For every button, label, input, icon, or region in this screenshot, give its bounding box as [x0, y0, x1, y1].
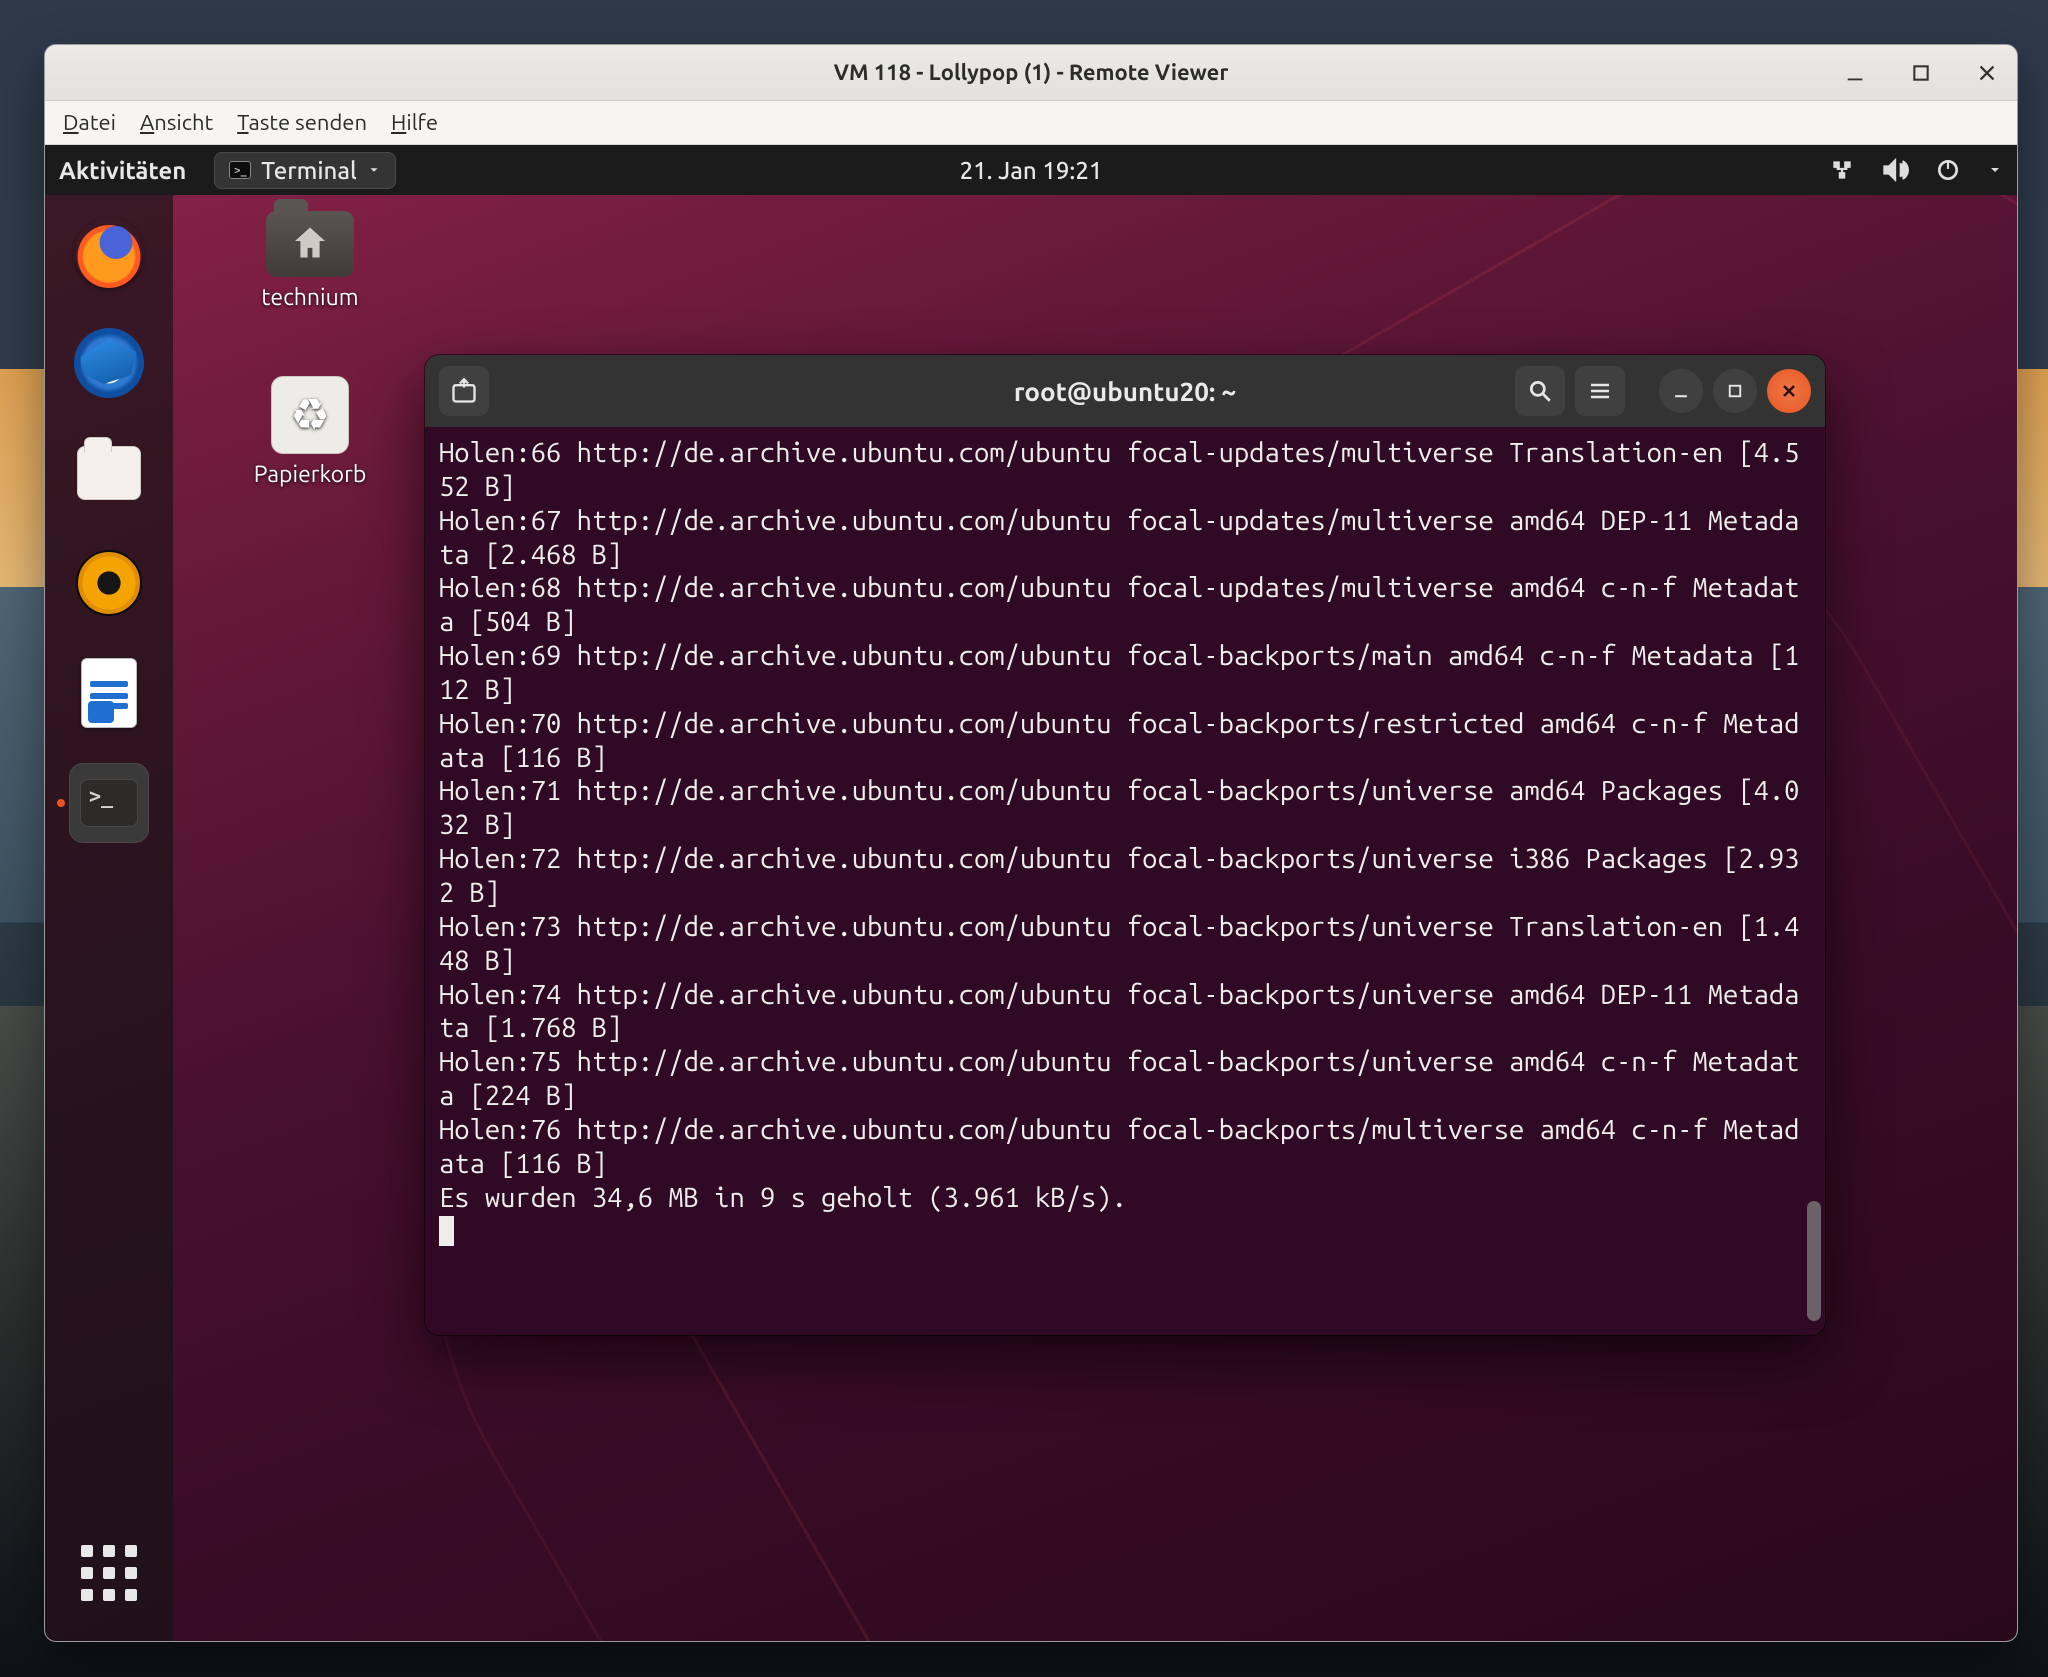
dock-files[interactable]: [69, 433, 149, 513]
show-applications-button[interactable]: [69, 1533, 149, 1613]
viewer-close-button[interactable]: [1965, 51, 2009, 95]
menu-file[interactable]: Datei: [63, 110, 116, 135]
dock-thunderbird[interactable]: [69, 323, 149, 403]
menu-help[interactable]: Hilfe: [391, 110, 438, 135]
vm-screen: Aktivitäten >_ Terminal 21. Jan 19:21: [45, 145, 2017, 1641]
app-menu-button[interactable]: >_ Terminal: [214, 152, 395, 189]
dock-rhythmbox[interactable]: [69, 543, 149, 623]
desktop-trash-label: Papierkorb: [254, 462, 367, 487]
speaker-icon: [76, 550, 142, 616]
desktop-trash[interactable]: ♻ Papierkorb: [235, 376, 385, 487]
viewer-maximize-button[interactable]: [1899, 51, 1943, 95]
viewer-titlebar[interactable]: VM 118 - Lollypop (1) - Remote Viewer: [45, 45, 2017, 101]
dock-libreoffice-writer[interactable]: [69, 653, 149, 733]
terminal-scrollbar[interactable]: [1807, 1201, 1821, 1321]
ubuntu-dock: [45, 195, 173, 1641]
search-icon: [1527, 378, 1553, 404]
menu-sendkey[interactable]: Taste senden: [237, 110, 367, 135]
viewer-title: VM 118 - Lollypop (1) - Remote Viewer: [834, 60, 1229, 85]
terminal-close-button[interactable]: [1767, 369, 1811, 413]
power-icon: [1935, 157, 1961, 183]
document-icon: [81, 658, 137, 728]
viewer-menubar: Datei Ansicht Taste senden Hilfe: [45, 101, 2017, 145]
dock-terminal[interactable]: [69, 763, 149, 843]
menu-view[interactable]: Ansicht: [140, 110, 213, 135]
terminal-window: root@ubuntu20: ~ Holen:66 http://: [425, 355, 1825, 1335]
terminal-cursor: [439, 1216, 454, 1246]
terminal-icon: [80, 779, 138, 827]
search-button[interactable]: [1515, 366, 1565, 416]
files-icon: [77, 446, 141, 500]
terminal-output[interactable]: Holen:66 http://de.archive.ubuntu.com/ub…: [425, 427, 1825, 1335]
new-tab-button[interactable]: [439, 366, 489, 416]
close-icon: [1779, 381, 1799, 401]
desktop-home-label: technium: [261, 285, 358, 310]
dock-firefox[interactable]: [69, 213, 149, 293]
network-icon: [1829, 157, 1855, 183]
terminal-icon: >_: [229, 161, 251, 179]
home-folder-icon: [266, 211, 354, 277]
gnome-top-panel: Aktivitäten >_ Terminal 21. Jan 19:21: [45, 145, 2017, 195]
hamburger-menu-button[interactable]: [1575, 366, 1625, 416]
chevron-down-icon: [367, 163, 381, 177]
chevron-down-icon: [1987, 162, 2003, 178]
terminal-minimize-button[interactable]: [1659, 369, 1703, 413]
volume-icon: [1881, 156, 1909, 184]
firefox-icon: [74, 218, 144, 288]
remote-viewer-window: VM 118 - Lollypop (1) - Remote Viewer Da…: [44, 44, 2018, 1642]
terminal-maximize-button[interactable]: [1713, 369, 1757, 413]
thunderbird-icon: [74, 328, 144, 398]
trash-icon: ♻: [271, 376, 349, 454]
activities-button[interactable]: Aktivitäten: [59, 157, 186, 184]
app-menu-label: Terminal: [261, 157, 356, 184]
viewer-minimize-button[interactable]: [1833, 51, 1877, 95]
desktop-home-folder[interactable]: technium: [235, 211, 385, 310]
hamburger-icon: [1588, 379, 1612, 403]
terminal-headerbar[interactable]: root@ubuntu20: ~: [425, 355, 1825, 427]
system-menu[interactable]: [1829, 156, 2003, 184]
